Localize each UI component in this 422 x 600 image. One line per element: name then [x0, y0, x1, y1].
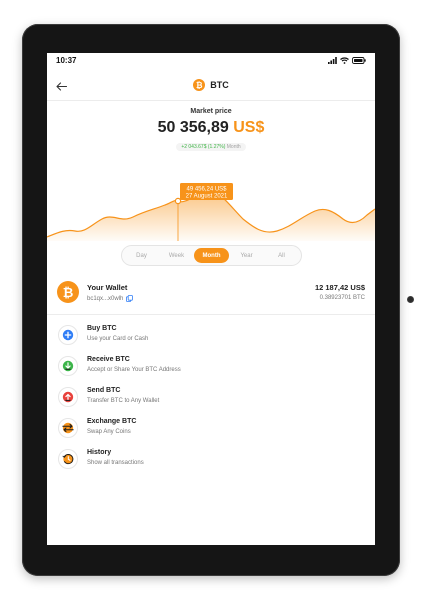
- wallet-address-row: bc1qx...x0wlh: [87, 295, 134, 302]
- action-send-btc[interactable]: Send BTC Transfer BTC to Any Wallet: [47, 385, 375, 413]
- wallet-address: bc1qx...x0wlh: [87, 295, 124, 302]
- status-time: 10:37: [56, 56, 77, 65]
- camera-dot: [408, 297, 413, 302]
- page-title: BTC: [210, 80, 229, 90]
- exchange-icon-badge: [58, 418, 78, 438]
- market-price-label: Market price: [190, 108, 232, 115]
- wifi-icon: [340, 57, 349, 64]
- status-bar: 10:37: [47, 53, 375, 71]
- action-buy-btc[interactable]: Buy BTC Use your Card or Cash: [47, 323, 375, 351]
- exchange-icon: [62, 422, 74, 434]
- price-value: 50 356,89: [157, 119, 229, 136]
- period-day[interactable]: Day: [124, 248, 159, 263]
- status-icons: [328, 57, 366, 64]
- wallet-title: Your Wallet: [87, 283, 128, 292]
- action-title: Buy BTC: [87, 325, 117, 332]
- copy-icon[interactable]: [126, 295, 134, 302]
- price-change-row: +2 043.67$ (1.27%) Month: [47, 143, 375, 151]
- app-screen: 10:37 ₿ BTC Market price 50 356,89 US$ +…: [47, 53, 375, 545]
- period-month[interactable]: Month: [194, 248, 229, 263]
- plus-icon: [62, 329, 74, 341]
- upload-icon: [62, 391, 74, 403]
- header-divider: [47, 100, 375, 101]
- receive-icon-badge: [58, 356, 78, 376]
- action-subtitle: Accept or Share Your BTC Address: [87, 367, 181, 373]
- price-chart[interactable]: 49 456,24 US$ 27 August 2021: [47, 153, 375, 241]
- chart-cursor-dot[interactable]: [174, 197, 182, 205]
- chart-tooltip-date: 27 August 2021: [186, 194, 228, 200]
- period-year[interactable]: Year: [229, 248, 264, 263]
- wallet-btc-balance: 0.38923701 BTC: [319, 295, 365, 301]
- action-title: Receive BTC: [87, 356, 130, 363]
- price-change-chip: +2 043.67$ (1.27%) Month: [176, 143, 246, 151]
- battery-icon: [352, 57, 366, 64]
- header-title-group: ₿ BTC: [47, 79, 375, 91]
- action-title: Send BTC: [87, 387, 121, 394]
- history-icon: [62, 454, 74, 465]
- cellular-signal-icon: [328, 57, 337, 64]
- price-currency: US$: [233, 119, 265, 136]
- send-icon-badge: [58, 387, 78, 407]
- market-price: 50 356,89 US$: [47, 119, 375, 137]
- action-subtitle: Use your Card or Cash: [87, 336, 149, 342]
- action-exchange-btc[interactable]: Exchange BTC Swap Any Coins: [47, 416, 375, 444]
- download-icon: [62, 360, 74, 372]
- action-subtitle: Transfer BTC to Any Wallet: [87, 398, 160, 404]
- tablet-frame: 10:37 ₿ BTC Market price 50 356,89 US$ +…: [22, 24, 413, 576]
- wallet-divider: [47, 314, 375, 315]
- period-all[interactable]: All: [264, 248, 299, 263]
- action-subtitle: Show all transactions: [87, 460, 144, 466]
- period-selector: Day Week Month Year All: [121, 245, 302, 266]
- wallet-usd-balance: 12 187,42 US$: [314, 283, 365, 292]
- bitcoin-icon: ₿: [193, 79, 206, 91]
- action-receive-btc[interactable]: Receive BTC Accept or Share Your BTC Add…: [47, 354, 375, 382]
- buy-icon-badge: [58, 325, 78, 345]
- action-title: Exchange BTC: [87, 418, 137, 425]
- wallet-bitcoin-icon: ₿: [57, 281, 79, 303]
- price-change-value: +2 043.67$ (1.27%): [181, 144, 226, 150]
- period-week[interactable]: Week: [159, 248, 194, 263]
- app-header: ₿ BTC: [47, 75, 375, 99]
- action-subtitle: Swap Any Coins: [87, 429, 131, 435]
- action-title: History: [87, 449, 112, 456]
- chart-tooltip-value: 49 456,24 US$: [186, 187, 227, 193]
- history-icon-badge: [58, 449, 78, 469]
- action-history[interactable]: History Show all transactions: [47, 447, 375, 475]
- price-change-period: Month: [226, 144, 241, 150]
